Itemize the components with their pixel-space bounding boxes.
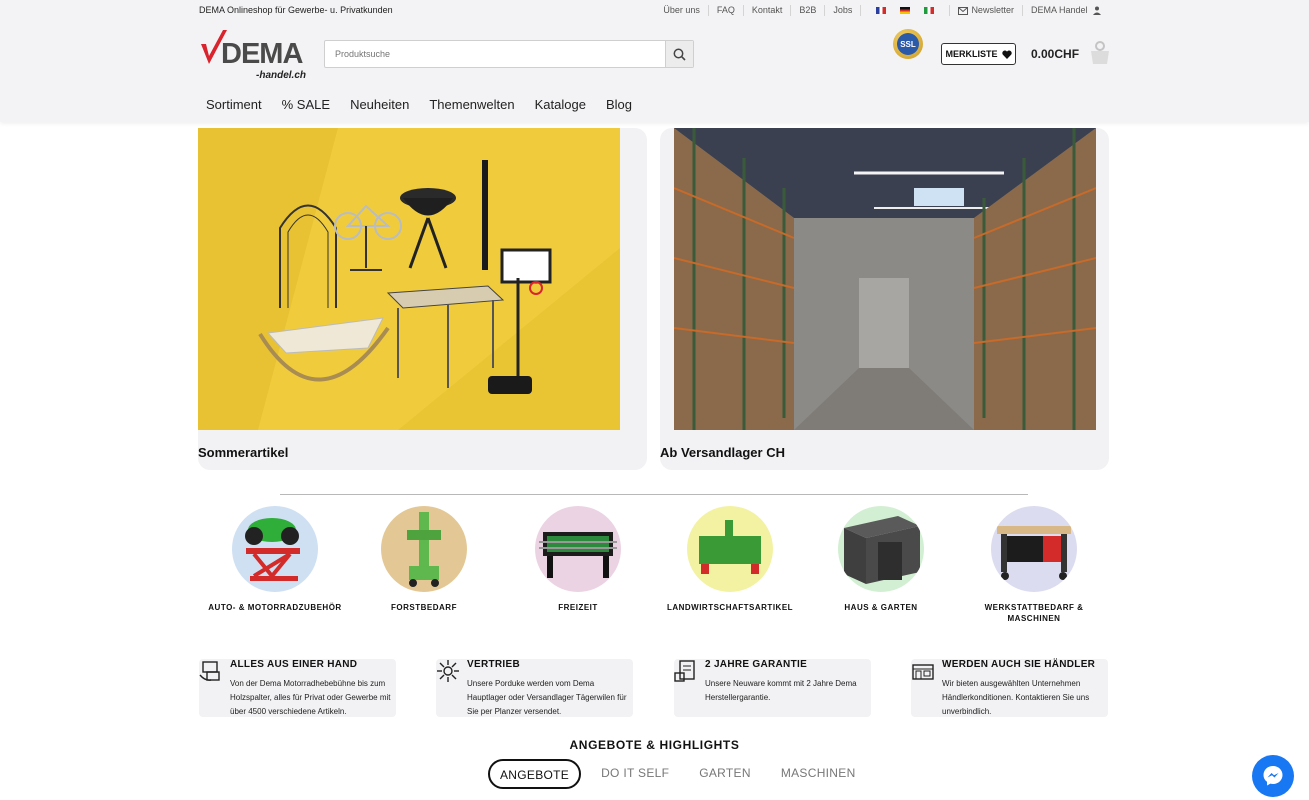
nav-blog[interactable]: Blog [606,97,632,112]
cart-icon[interactable] [1088,40,1112,66]
flag-de-icon[interactable] [900,7,911,15]
link-faq[interactable]: FAQ [709,5,744,16]
mail-icon [958,6,969,15]
feature-haendler: WERDEN AUCH SIE HÄNDLER Wir bieten ausge… [911,659,1108,717]
warranty-certificate-icon [674,660,695,682]
tab-maschinen[interactable]: MASCHINEN [771,759,866,789]
merkliste-button[interactable]: MERKLISTE [941,43,1016,65]
highlights-tabs: ANGEBOTE DO IT SELF GARTEN MASCHINEN [488,759,866,789]
section-divider [280,494,1028,495]
search-bar [324,40,694,68]
category-werkstatt[interactable]: WERKSTATTBEDARF & MASCHINEN [959,506,1109,624]
category-label: FORSTBEDARF [391,603,457,612]
feature-title: 2 JAHRE GARANTIE [705,659,808,670]
logo-main-text: DEMA [221,38,303,70]
logo-sub-text: -handel.ch [256,70,307,81]
search-button[interactable] [665,41,693,67]
category-image-tipping-box [687,506,773,592]
cart-total[interactable]: 0.00CHF [1031,47,1079,61]
category-label: WERKSTATTBEDARF & MASCHINEN [984,603,1084,623]
dema-logo[interactable]: DEMA -handel.ch [199,30,309,82]
feature-vertrieb: VERTRIEB Unsere Porduke werden vom Dema … [436,659,633,717]
tab-garten[interactable]: GARTEN [689,759,761,789]
feature-garantie: 2 JAHRE GARANTIE Unsere Neuware kommt mi… [674,659,871,717]
category-freizeit[interactable]: FREIZEIT [503,506,653,613]
messenger-icon [1263,766,1283,786]
messenger-chat-button[interactable] [1252,755,1294,797]
merkliste-label: MERKLISTE [945,49,998,59]
newsletter-link[interactable]: Newsletter [950,5,1023,16]
hero-image-warehouse [673,128,1097,430]
main-navigation: Sortiment % SALE Neuheiten Themenwelten … [206,97,632,112]
tab-do-it-self[interactable]: DO IT SELF [591,759,679,789]
category-image-log-splitter [381,506,467,592]
flag-it-icon[interactable] [924,7,935,15]
category-label: FREIZEIT [558,603,598,612]
topbar-links: Über uns FAQ Kontakt B2B Jobs Newsletter… [655,5,1109,16]
category-auto-motorrad[interactable]: AUTO- & MOTORRADZUBEHÖR [200,506,350,613]
category-image-motorcycle-lift [232,506,318,592]
link-b2b[interactable]: B2B [791,5,826,16]
store-icon [912,664,934,680]
category-image-foosball-table [535,506,621,592]
feature-alles-aus-einer-hand: ALLES AUS EINER HAND Von der Dema Motorr… [199,659,396,717]
feature-text: Unsere Neuware kommt mit 2 Jahre Dema He… [705,679,857,702]
link-jobs[interactable]: Jobs [825,5,862,16]
tagline: DEMA Onlineshop für Gewerbe- u. Privatku… [199,5,393,15]
nav-sortiment[interactable]: Sortiment [206,97,262,112]
category-image-garden-shed [838,506,924,592]
feature-title: WERDEN AUCH SIE HÄNDLER [942,659,1096,670]
ssl-badge-text: SSL [897,33,919,55]
feature-title: VERTRIEB [467,659,520,670]
search-input[interactable] [325,41,665,67]
hero-title-versandlager: Ab Versandlager CH [660,445,785,460]
distribution-icon [437,660,459,682]
link-about[interactable]: Über uns [655,5,709,16]
tab-angebote[interactable]: ANGEBOTE [488,759,582,789]
account-label: DEMA Handel [1030,5,1088,15]
link-contact[interactable]: Kontakt [744,5,792,16]
category-label: LANDWIRTSCHAFTSARTIKEL [666,603,794,612]
nav-sale[interactable]: % SALE [282,97,330,112]
hero-image-summer-products [198,128,620,430]
category-label: HAUS & GARTEN [844,603,918,612]
nav-kataloge[interactable]: Kataloge [535,97,586,112]
feature-title: ALLES AUS EINER HAND [230,659,358,670]
hero-title-sommerartikel: Sommerartikel [198,445,289,460]
hero-card-versandlager[interactable]: Ab Versandlager CH [660,128,1109,470]
feature-text: Unsere Porduke werden vom Dema Hauptlage… [467,679,627,716]
heart-icon [1001,50,1012,59]
category-landwirtschaft[interactable]: LANDWIRTSCHAFTSARTIKEL [655,506,805,613]
newsletter-label: Newsletter [971,5,1014,15]
feature-text: Wir bieten ausgewählten Unternehmen Händ… [942,679,1090,716]
hero-card-sommerartikel[interactable]: Sommerartikel [198,128,647,470]
feature-text: Von der Dema Motorradhebebühne bis zum H… [230,679,391,716]
boxes-icon [199,661,220,681]
language-switcher [861,5,951,16]
category-forstbedarf[interactable]: FORSTBEDARF [349,506,499,613]
category-label: AUTO- & MOTORRADZUBEHÖR [208,603,342,612]
category-haus-garten[interactable]: HAUS & GARTEN [806,506,956,613]
nav-themenwelten[interactable]: Themenwelten [429,97,514,112]
search-icon [673,48,686,61]
nav-neuheiten[interactable]: Neuheiten [350,97,409,112]
highlights-title: ANGEBOTE & HIGHLIGHTS [569,738,740,752]
flag-fr-icon[interactable] [876,7,887,15]
user-icon [1093,6,1101,16]
ssl-badge: SSL [893,29,923,59]
site-header: DEMA Onlineshop für Gewerbe- u. Privatku… [0,0,1309,122]
account-link[interactable]: DEMA Handel [1023,5,1109,16]
category-image-workbench [991,506,1077,592]
